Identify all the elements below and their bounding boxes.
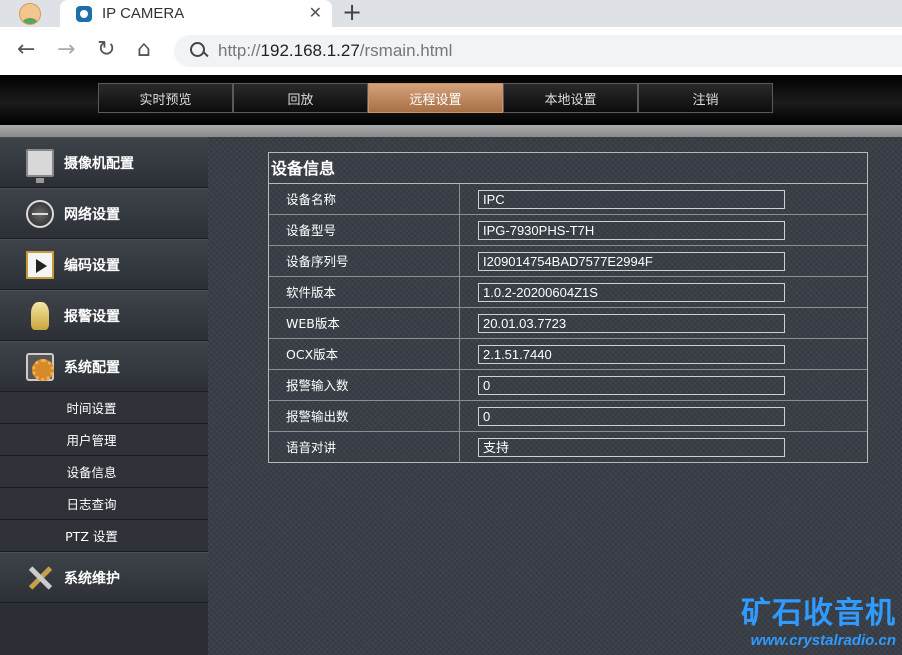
top-nav: 实时预览 回放 远程设置 本地设置 注销 — [98, 83, 773, 113]
sidebar-item-system-config[interactable]: 系统配置 — [0, 341, 208, 392]
sidebar-item-encoding[interactable]: 编码设置 — [0, 239, 208, 290]
close-tab-icon[interactable]: ✕ — [309, 3, 322, 22]
alarm-icon — [31, 301, 49, 330]
serial-number-field[interactable]: I209014754BAD7577E2994F — [478, 251, 785, 271]
new-tab-icon[interactable]: + — [342, 0, 362, 26]
alarm-outputs-field[interactable]: 0 — [478, 406, 785, 426]
device-model-field[interactable]: IPG-7930PHS-T7H — [478, 220, 785, 240]
table-row: 设备名称 IPC — [269, 184, 867, 215]
software-version-field[interactable]: 1.0.2-20200604Z1S — [478, 282, 785, 302]
table-row: 软件版本 1.0.2-20200604Z1S — [269, 277, 867, 308]
browser-tab[interactable]: IP CAMERA ✕ — [60, 0, 332, 27]
sidebar-item-camera-config[interactable]: 摄像机配置 — [0, 137, 208, 188]
forward-icon[interactable]: → — [57, 39, 75, 61]
tab-remote-settings[interactable]: 远程设置 — [368, 83, 503, 113]
back-icon[interactable]: ← — [17, 39, 35, 61]
table-row: 设备序列号 I209014754BAD7577E2994F — [269, 246, 867, 277]
voice-intercom-field[interactable]: 支持 — [478, 438, 785, 457]
sidebar-subitem-users[interactable]: 用户管理 — [0, 424, 208, 456]
camera-favicon-icon — [76, 5, 92, 22]
row-label: 设备序列号 — [269, 246, 460, 276]
header-divider — [0, 125, 902, 137]
panel-title: 设备信息 — [269, 153, 867, 184]
row-label: 设备型号 — [269, 215, 460, 245]
alarm-inputs-field[interactable]: 0 — [478, 375, 785, 395]
sidebar-item-label: 系统维护 — [64, 570, 120, 587]
tab-local-settings[interactable]: 本地设置 — [503, 83, 638, 113]
profile-avatar[interactable] — [0, 0, 60, 27]
gear-icon — [26, 352, 54, 381]
watermark-url: www.crystalradio.cn — [750, 632, 896, 649]
sidebar-item-maintenance[interactable]: 系统维护 — [0, 552, 208, 603]
row-label: WEB版本 — [269, 308, 460, 338]
main-content: 设备信息 设备名称 IPC 设备型号 IPG-7930PHS-T7H 设备序列号… — [208, 137, 902, 655]
row-label: OCX版本 — [269, 339, 460, 369]
table-row: WEB版本 20.01.03.7723 — [269, 308, 867, 339]
table-row: 语音对讲 支持 — [269, 432, 867, 463]
tab-live-preview[interactable]: 实时预览 — [98, 83, 233, 113]
table-row: 报警输出数 0 — [269, 401, 867, 432]
sidebar: 摄像机配置 网络设置 编码设置 报警设置 系统配置 时间设置 用户管理 设备信息… — [0, 137, 208, 655]
sidebar-item-label: 网络设置 — [64, 206, 120, 223]
device-info-panel: 设备信息 设备名称 IPC 设备型号 IPG-7930PHS-T7H 设备序列号… — [268, 152, 868, 463]
watermark-title: 矿石收音机 — [741, 596, 896, 631]
video-play-icon — [26, 250, 54, 279]
globe-icon — [26, 199, 54, 228]
watermark: 矿石收音机 www.crystalradio.cn — [741, 596, 896, 649]
tab-logout[interactable]: 注销 — [638, 83, 773, 113]
browser-toolbar: ← → ↻ ⌂ http://192.168.1.27/rsmain.html — [0, 27, 902, 75]
sidebar-subitem-device-info[interactable]: 设备信息 — [0, 456, 208, 488]
sidebar-item-network[interactable]: 网络设置 — [0, 188, 208, 239]
table-row: OCX版本 2.1.51.7440 — [269, 339, 867, 370]
sidebar-subitem-ptz[interactable]: PTZ 设置 — [0, 520, 208, 552]
browser-tabbar: IP CAMERA ✕ + — [0, 0, 902, 27]
table-row: 设备型号 IPG-7930PHS-T7H — [269, 215, 867, 246]
url-text: http://192.168.1.27/rsmain.html — [218, 41, 453, 60]
row-label: 软件版本 — [269, 277, 460, 307]
row-label: 设备名称 — [269, 184, 460, 214]
sidebar-item-alarm[interactable]: 报警设置 — [0, 290, 208, 341]
home-icon[interactable]: ⌂ — [137, 39, 151, 61]
sidebar-subitem-time[interactable]: 时间设置 — [0, 392, 208, 424]
avatar-icon — [19, 2, 41, 25]
tab-title: IP CAMERA — [102, 5, 185, 22]
row-label: 语音对讲 — [269, 432, 460, 463]
sidebar-item-label: 系统配置 — [64, 359, 120, 376]
sidebar-item-label: 编码设置 — [64, 257, 120, 274]
sidebar-subitem-logs[interactable]: 日志查询 — [0, 488, 208, 520]
row-label: 报警输入数 — [269, 370, 460, 400]
row-label: 报警输出数 — [269, 401, 460, 431]
address-bar[interactable]: http://192.168.1.27/rsmain.html — [174, 35, 902, 67]
search-icon — [190, 42, 208, 60]
ocx-version-field[interactable]: 2.1.51.7440 — [478, 344, 785, 364]
device-name-field[interactable]: IPC — [478, 189, 785, 209]
sidebar-item-label: 摄像机配置 — [64, 155, 134, 172]
reload-icon[interactable]: ↻ — [97, 39, 115, 61]
web-version-field[interactable]: 20.01.03.7723 — [478, 313, 785, 333]
table-row: 报警输入数 0 — [269, 370, 867, 401]
monitor-icon — [26, 148, 54, 183]
app-header: 实时预览 回放 远程设置 本地设置 注销 — [0, 75, 902, 125]
tab-playback[interactable]: 回放 — [233, 83, 368, 113]
sidebar-item-label: 报警设置 — [64, 308, 120, 325]
tools-icon — [26, 564, 54, 592]
